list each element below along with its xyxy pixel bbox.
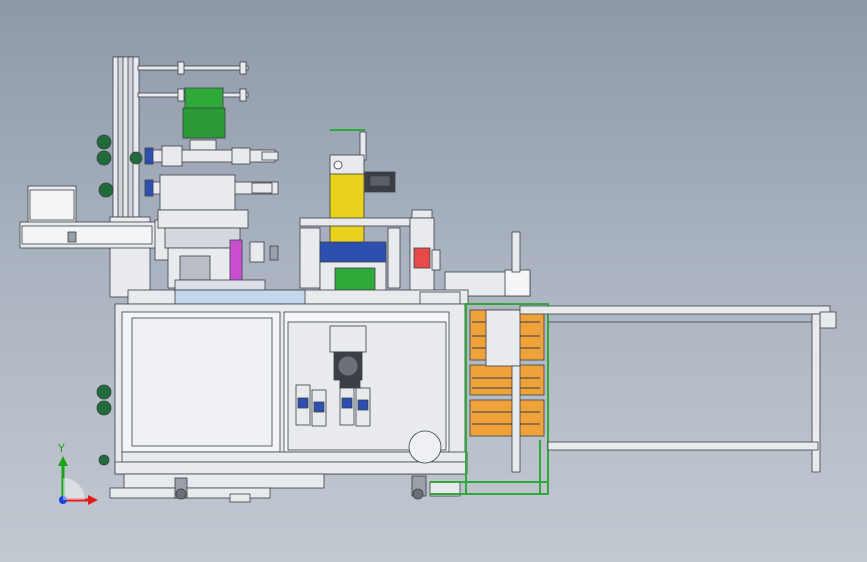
y-axis-label: Y bbox=[57, 442, 65, 455]
feet bbox=[109, 473, 461, 503]
axis-triad: Y bbox=[57, 442, 98, 505]
table-top bbox=[127, 289, 469, 305]
conveyor bbox=[519, 305, 837, 473]
left-arm bbox=[19, 185, 176, 261]
right-upper bbox=[409, 209, 531, 299]
machine-drawing: Y bbox=[19, 56, 837, 505]
cylinders-lower bbox=[144, 174, 279, 211]
yellow-press bbox=[299, 129, 411, 293]
cad-viewport[interactable]: Y bbox=[0, 0, 867, 562]
green-motor bbox=[182, 87, 226, 151]
